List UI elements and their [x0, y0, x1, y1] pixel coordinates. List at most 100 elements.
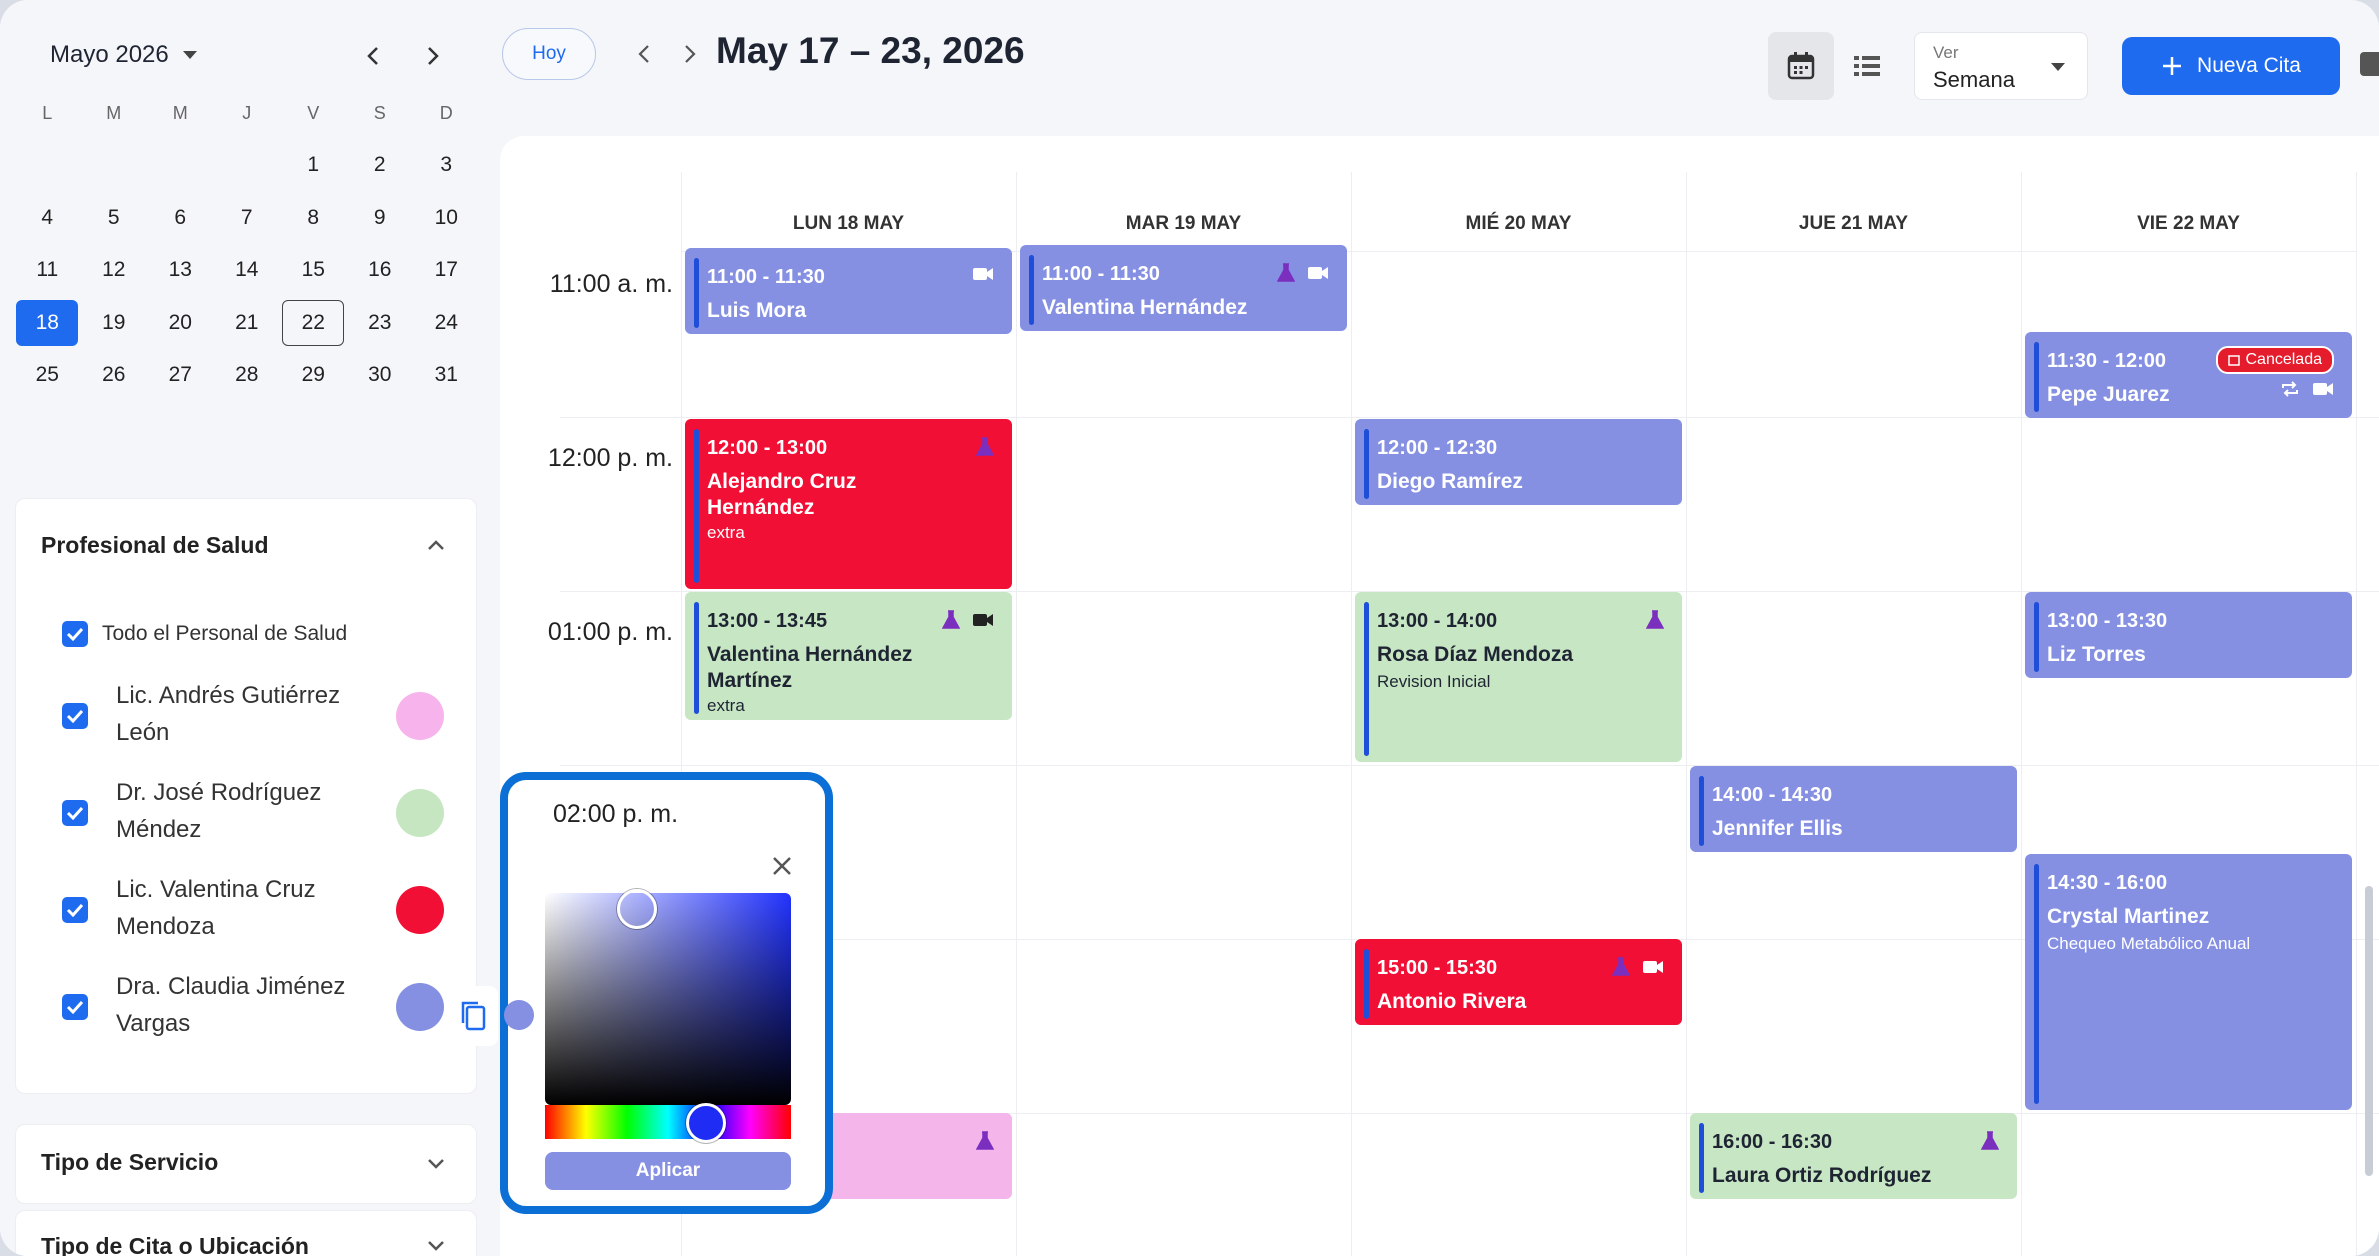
day-cell[interactable]: 15: [280, 244, 347, 297]
appointment-time: 12:00 - 12:30: [1377, 437, 1498, 459]
day-cell[interactable]: 26: [81, 349, 148, 402]
day-cell[interactable]: 16: [347, 244, 414, 297]
appointment-card[interactable]: 14:30 - 16:00 Crystal Martinez Chequeo Met…: [2025, 854, 2352, 1110]
professional-checkbox[interactable]: [62, 994, 88, 1020]
professional-color-swatch[interactable]: [396, 692, 444, 740]
day-column-header[interactable]: MAR 19 MAY: [1016, 196, 1351, 252]
day-cell[interactable]: 4: [14, 192, 81, 245]
day-cell[interactable]: 8: [280, 192, 347, 245]
day-cell[interactable]: 28: [214, 349, 281, 402]
hue-slider[interactable]: [545, 1103, 791, 1143]
new-appointment-label: Nueva Cita: [2197, 54, 2301, 77]
time-label: 02:00 p. m.: [553, 800, 679, 828]
day-cell[interactable]: 21: [214, 297, 281, 350]
appointment-card[interactable]: 12:00 - 13:00 Alejandro Cruz Hernández ext…: [685, 419, 1012, 589]
day-cell[interactable]: 6: [147, 192, 214, 245]
appointment-card[interactable]: 13:00 - 13:30 Liz Torres: [2025, 592, 2352, 678]
appointment-card[interactable]: 11:00 - 11:30 Luis Mora: [685, 248, 1012, 334]
chevron-right-icon: [428, 47, 439, 65]
professional-checkbox[interactable]: [62, 897, 88, 923]
view-select[interactable]: Ver Semana: [1914, 32, 2088, 100]
new-appointment-button[interactable]: Nueva Cita: [2122, 37, 2340, 95]
day-number: 23: [368, 310, 392, 334]
day-column-header[interactable]: VIE 22 MAY: [2021, 196, 2356, 252]
month-selector[interactable]: Mayo 2026: [50, 41, 197, 69]
appointment-card[interactable]: 16:00 - 16:30 Laura Ortiz Rodríguez: [1690, 1113, 2017, 1199]
appointment-type-panel[interactable]: Tipo de Cita o Ubicación: [15, 1210, 477, 1256]
scrollbar-thumb[interactable]: [2365, 886, 2373, 1176]
day-number: 17: [434, 258, 458, 282]
day-cell[interactable]: 30: [347, 349, 414, 402]
appointment-card[interactable]: 11:00 - 11:30 Valentina Hernández: [1020, 245, 1347, 331]
appointment-card[interactable]: 15:00 - 15:30 Antonio Rivera: [1355, 939, 1682, 1025]
all-staff-checkbox[interactable]: [62, 621, 88, 647]
appointment-card[interactable]: 14:00 - 14:30 Jennifer Ellis: [1690, 766, 2017, 852]
day-cell[interactable]: 11: [14, 244, 81, 297]
color-preview-dot: [504, 1000, 534, 1030]
patient-name: Rosa Díaz Mendoza: [1377, 643, 1574, 666]
day-cell[interactable]: 31: [413, 349, 480, 402]
day-cell[interactable]: 14: [214, 244, 281, 297]
appointment-card[interactable]: 13:00 - 13:45 Valentina Hernández Martíne…: [685, 592, 1012, 720]
close-icon[interactable]: [769, 853, 795, 879]
hue-knob[interactable]: [686, 1103, 726, 1143]
prev-week-button[interactable]: [626, 36, 662, 72]
professional-checkbox[interactable]: [62, 800, 88, 826]
day-cell[interactable]: 10: [413, 192, 480, 245]
professional-checkbox[interactable]: [62, 703, 88, 729]
day-cell[interactable]: 3: [413, 139, 480, 192]
day-cell[interactable]: 25: [14, 349, 81, 402]
chevron-up-icon[interactable]: [426, 535, 446, 555]
day-cell[interactable]: 9: [347, 192, 414, 245]
next-month-button[interactable]: [415, 38, 451, 74]
appointment-accent-bar: [1699, 776, 1704, 846]
chevron-down-icon: [428, 1159, 444, 1169]
apply-button[interactable]: Aplicar: [545, 1152, 791, 1190]
appointment-card[interactable]: 12:00 - 12:30 Diego Ramírez: [1355, 419, 1682, 505]
today-button[interactable]: Hoy: [502, 28, 596, 80]
professional-color-swatch[interactable]: [396, 789, 444, 837]
day-cell[interactable]: 27: [147, 349, 214, 402]
mini-calendar-grid: 1 2 3 4 5 6 7 8 9 10 11 12 13 14 15 16 17 18 19 20 21 22 23 24 2…: [14, 139, 480, 402]
day-cell[interactable]: 24: [413, 297, 480, 350]
day-number: 13: [168, 258, 192, 282]
day-cell[interactable]: 17: [413, 244, 480, 297]
panel-title: Tipo de Cita o Ubicación: [41, 1233, 309, 1256]
calendar-view-button[interactable]: [1768, 32, 1834, 100]
grid-column-line: [2021, 172, 2022, 1256]
day-cell[interactable]: 18: [14, 297, 81, 350]
appointment-card[interactable]: 11:30 - 12:00 Pepe Juarez Cancelada: [2025, 332, 2352, 418]
day-cell[interactable]: 19: [81, 297, 148, 350]
day-cell[interactable]: 13: [147, 244, 214, 297]
prev-month-button[interactable]: [355, 38, 391, 74]
day-cell[interactable]: 20: [147, 297, 214, 350]
day-column-header[interactable]: LUN 18 MAY: [681, 196, 1016, 252]
day-cell[interactable]: 5: [81, 192, 148, 245]
copy-button[interactable]: [448, 986, 498, 1046]
day-cell[interactable]: 22: [280, 297, 347, 350]
professional-color-swatch[interactable]: [396, 983, 444, 1031]
next-week-button[interactable]: [672, 36, 708, 72]
plus-icon: [2163, 57, 2182, 75]
saturation-value-area[interactable]: [545, 889, 791, 1105]
day-cell[interactable]: 2: [347, 139, 414, 192]
day-number: 10: [434, 205, 458, 229]
day-column-header[interactable]: JUE 21 MAY: [1686, 196, 2021, 252]
time-label: 01:00 p. m.: [547, 618, 673, 646]
day-cell[interactable]: 12: [81, 244, 148, 297]
professional-color-swatch[interactable]: [396, 886, 444, 934]
day-cell[interactable]: 29: [280, 349, 347, 402]
day-column-header[interactable]: MIÉ 20 MAY: [1351, 196, 1686, 252]
user-icon[interactable]: [2360, 52, 2379, 76]
service-type-panel[interactable]: Tipo de Servicio: [15, 1124, 477, 1204]
grid-column-line: [1016, 172, 1017, 1256]
appointment-accent-bar: [1364, 602, 1369, 756]
list-view-button[interactable]: [1834, 32, 1900, 100]
weekday-label: L: [42, 103, 53, 123]
time-label: 11:00 a. m.: [549, 270, 673, 298]
day-cell[interactable]: 23: [347, 297, 414, 350]
day-cell[interactable]: 1: [280, 139, 347, 192]
saturation-knob[interactable]: [617, 889, 657, 929]
appointment-card[interactable]: 13:00 - 14:00 Rosa Díaz Mendoza Revision I…: [1355, 592, 1682, 762]
day-cell[interactable]: 7: [214, 192, 281, 245]
